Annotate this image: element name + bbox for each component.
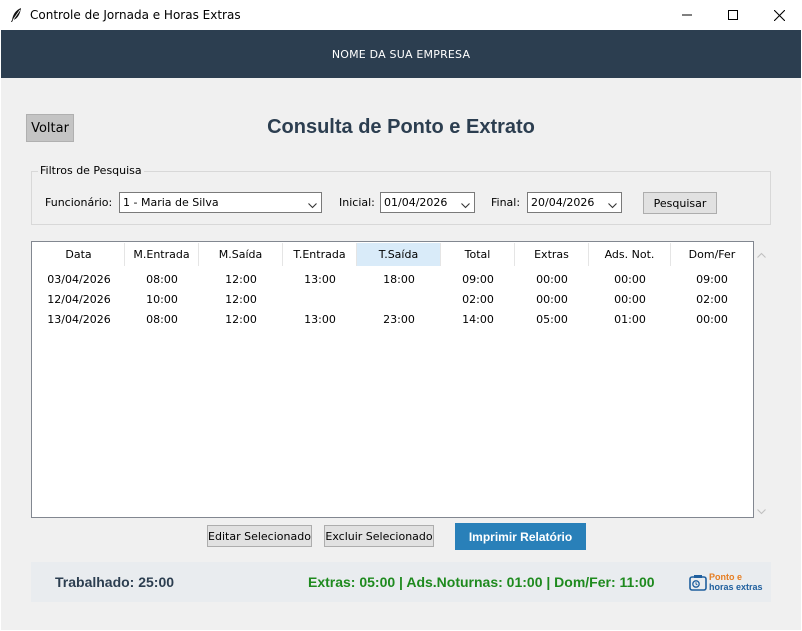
table-cell: 12/04/2026 (47, 292, 111, 306)
table-cell (283, 289, 357, 309)
column-header[interactable]: Total (441, 243, 515, 266)
column-header[interactable]: M.Saída (199, 243, 283, 266)
table-cell: 12:00 (225, 292, 257, 306)
table-cell: 09:00 (696, 272, 728, 286)
table-cell: 10:00 (146, 292, 178, 306)
table-cell: 03/04/2026 (47, 272, 111, 286)
edit-selected-button[interactable]: Editar Selecionado (207, 525, 312, 547)
close-icon (773, 9, 785, 21)
logo-text: Ponto e horas extras (709, 572, 763, 592)
table-cell: 23:00 (383, 312, 415, 326)
chevron-down-icon (608, 199, 617, 212)
end-date-label: Final: (491, 196, 521, 209)
table-scrollbar[interactable] (754, 241, 770, 518)
column-header[interactable]: Extras (515, 243, 589, 266)
main-panel: Voltar Consulta de Ponto e Extrato Filtr… (1, 78, 801, 630)
search-button[interactable]: Pesquisar (643, 192, 717, 214)
table-cell: 02:00 (696, 292, 728, 306)
table-cell: 13:00 (304, 272, 336, 286)
table-cell: 01:00 (614, 312, 646, 326)
search-filters: Filtros de Pesquisa Funcionário: 1 - Mar… (31, 164, 771, 225)
table-cell: 12:00 (225, 272, 257, 286)
table-row[interactable]: 12/04/2026 10:00 12:00 02:00 00:00 00:00… (33, 289, 753, 309)
table-cell: 00:00 (614, 292, 646, 306)
start-date-value: 01/04/2026 (384, 196, 448, 209)
app-logo: Ponto e horas extras (689, 572, 773, 594)
employee-label: Funcionário: (45, 196, 113, 209)
table-cell: 00:00 (536, 272, 568, 286)
close-button[interactable] (756, 0, 802, 30)
table-cell: 09:00 (462, 272, 494, 286)
minimize-icon (682, 10, 692, 20)
column-header[interactable]: T.Saída (357, 243, 441, 266)
column-header[interactable]: Dom/Fer (671, 243, 753, 266)
table-cell: 08:00 (146, 312, 178, 326)
records-table[interactable]: Data M.Entrada M.Saída T.Entrada T.Saída… (31, 241, 754, 518)
table-cell: 00:00 (614, 272, 646, 286)
end-date-field[interactable]: 20/04/2026 (527, 192, 622, 213)
maximize-icon (728, 10, 738, 20)
company-banner: NOME DA SUA EMPRESA (1, 30, 801, 78)
table-cell: 00:00 (536, 292, 568, 306)
extras-totals: Extras: 05:00 | Ads.Noturnas: 01:00 | Do… (308, 574, 655, 590)
scroll-down-icon[interactable] (757, 504, 766, 518)
chevron-down-icon (308, 199, 317, 212)
totals-summary: Trabalhado: 25:00 Extras: 05:00 | Ads.No… (31, 562, 771, 602)
column-header[interactable]: Data (33, 243, 125, 266)
table-cell (357, 289, 441, 309)
table-cell: 05:00 (536, 312, 568, 326)
chevron-down-icon (461, 199, 470, 212)
employee-select[interactable]: 1 - Maria de Silva (119, 192, 322, 213)
column-header[interactable]: Ads. Not. (589, 243, 671, 266)
delete-selected-button[interactable]: Excluir Selecionado (324, 525, 434, 547)
window-titlebar: Controle de Jornada e Horas Extras (0, 0, 802, 30)
table-row[interactable]: 13/04/2026 08:00 12:00 13:00 23:00 14:00… (33, 309, 753, 329)
table-header: Data M.Entrada M.Saída T.Entrada T.Saída… (33, 243, 753, 266)
filters-legend: Filtros de Pesquisa (38, 164, 144, 177)
clock-card-icon (689, 574, 707, 595)
table-cell: 18:00 (383, 272, 415, 286)
table-cell: 14:00 (462, 312, 494, 326)
company-name: NOME DA SUA EMPRESA (331, 48, 471, 61)
table-cell: 13/04/2026 (47, 312, 111, 326)
print-report-button[interactable]: Imprimir Relatório (455, 523, 586, 550)
table-cell: 02:00 (462, 292, 494, 306)
worked-hours-total: Trabalhado: 25:00 (55, 574, 175, 590)
table-cell: 12:00 (225, 312, 257, 326)
scroll-up-icon[interactable] (757, 247, 766, 261)
logo-line-2: horas extras (709, 582, 763, 592)
start-date-label: Inicial: (339, 196, 375, 209)
column-header[interactable]: M.Entrada (125, 243, 199, 266)
maximize-button[interactable] (710, 0, 756, 30)
page-title: Consulta de Ponto e Extrato (267, 116, 535, 138)
table-row[interactable]: 03/04/2026 08:00 12:00 13:00 18:00 09:00… (33, 269, 753, 289)
table-cell: 13:00 (304, 312, 336, 326)
end-date-value: 20/04/2026 (531, 196, 595, 209)
table-cell: 00:00 (696, 312, 728, 326)
start-date-field[interactable]: 01/04/2026 (380, 192, 475, 213)
table-cell: 08:00 (146, 272, 178, 286)
column-header[interactable]: T.Entrada (283, 243, 357, 266)
window-title: Controle de Jornada e Horas Extras (30, 8, 241, 22)
minimize-button[interactable] (664, 0, 710, 30)
employee-select-value: 1 - Maria de Silva (123, 196, 219, 209)
feather-icon (9, 7, 23, 23)
logo-line-1: Ponto e (709, 572, 742, 582)
